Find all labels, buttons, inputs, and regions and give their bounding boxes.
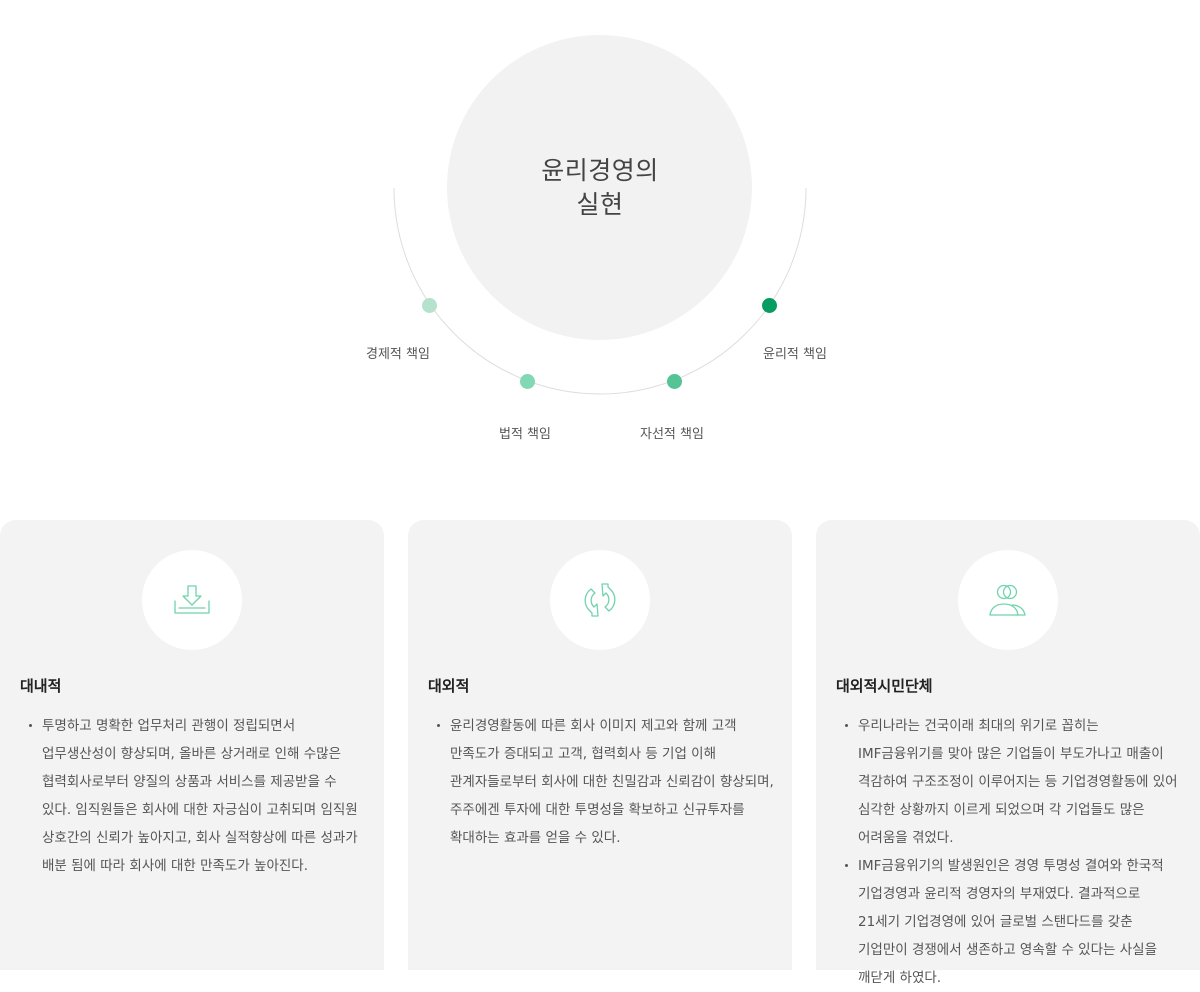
list-item: 투명하고 명확한 업무처리 관행이 정립되면서 업무생산성이 향상되며, 올바른…	[20, 712, 366, 880]
card-list: 윤리경영활동에 따른 회사 이미지 제고와 함께 고객 만족도가 증대되고 고객…	[428, 712, 774, 852]
center-title-line2: 실현	[576, 190, 624, 219]
card-title: 대외적시민단체	[836, 677, 933, 695]
legal-responsibility-label: 법적 책임	[499, 427, 551, 442]
philanthropic-responsibility-dot	[667, 374, 682, 389]
icon-circle	[550, 550, 650, 650]
center-title: 윤리경영의 실현	[450, 154, 750, 222]
card-title: 대외적	[428, 677, 470, 695]
card-title: 대내적	[20, 677, 62, 695]
philanthropic-responsibility-label: 자선적 책임	[640, 427, 704, 442]
icon-circle	[958, 550, 1058, 650]
download-tray-icon	[174, 585, 210, 614]
refresh-arrows-icon	[584, 583, 616, 617]
ethics-diagram: 윤리경영의 실현 경제적 책임 법적 책임 자선적 책임 윤리적 책임	[0, 0, 1200, 470]
list-item: IMF금융위기의 발생원인은 경영 투명성 결여와 한국적 기업경영과 윤리적 …	[836, 852, 1182, 992]
internal-effect-card: 대내적 투명하고 명확한 업무처리 관행이 정립되면서 업무생산성이 향상되며,…	[0, 520, 384, 970]
civic-group-card: 대외적시민단체 우리나라는 건국이래 최대의 위기로 꼽히는 IMF금융위기를 …	[816, 520, 1200, 986]
users-icon	[989, 584, 1026, 616]
card-list: 투명하고 명확한 업무처리 관행이 정립되면서 업무생산성이 향상되며, 올바른…	[20, 712, 366, 880]
list-item: 우리나라는 건국이래 최대의 위기로 꼽히는 IMF금융위기를 맞아 많은 기업…	[836, 712, 1182, 852]
external-effect-card: 대외적 윤리경영활동에 따른 회사 이미지 제고와 함께 고객 만족도가 증대되…	[408, 520, 792, 970]
economic-responsibility-dot	[422, 298, 437, 313]
ethical-responsibility-dot	[762, 298, 777, 313]
card-list: 우리나라는 건국이래 최대의 위기로 꼽히는 IMF금융위기를 맞아 많은 기업…	[836, 712, 1182, 992]
list-item: 윤리경영활동에 따른 회사 이미지 제고와 함께 고객 만족도가 증대되고 고객…	[428, 712, 774, 852]
icon-circle	[142, 550, 242, 650]
economic-responsibility-label: 경제적 책임	[366, 347, 430, 362]
center-title-line1: 윤리경영의	[541, 156, 659, 185]
legal-responsibility-dot	[520, 374, 535, 389]
ethical-responsibility-label: 윤리적 책임	[763, 347, 827, 362]
